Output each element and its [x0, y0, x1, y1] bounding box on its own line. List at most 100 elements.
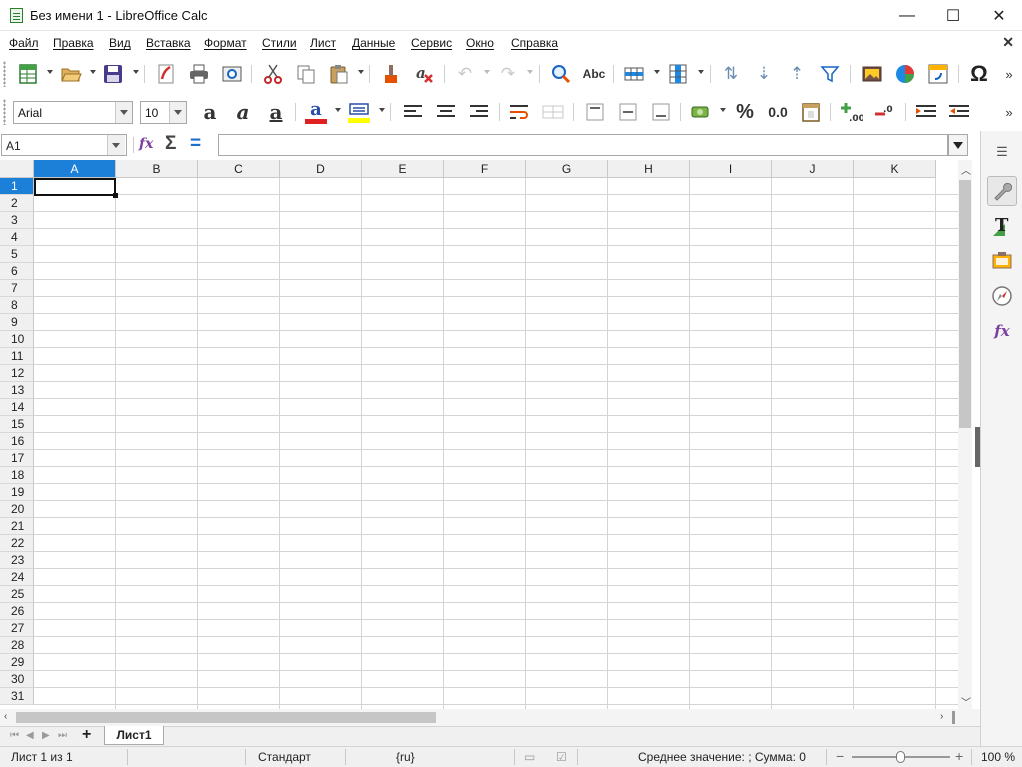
column-header[interactable]: A	[34, 160, 116, 178]
highlight-color-icon[interactable]	[346, 99, 372, 125]
align-bottom-icon[interactable]	[648, 99, 674, 125]
wrap-text-icon[interactable]	[507, 99, 533, 125]
select-all-corner[interactable]	[0, 160, 34, 178]
currency-dropdown-arrow[interactable]	[720, 108, 726, 112]
zoom-slider-thumb[interactable]	[896, 751, 905, 763]
print-preview-icon[interactable]	[219, 61, 245, 87]
row-header[interactable]: 23	[0, 552, 34, 569]
find-replace-icon[interactable]	[548, 61, 574, 87]
font-size-combo[interactable]: 10	[140, 101, 187, 124]
underline-icon[interactable]: a	[263, 99, 289, 125]
row-header[interactable]: 10	[0, 331, 34, 348]
menu-sheet[interactable]: Лист	[310, 36, 336, 50]
copy-icon[interactable]	[293, 61, 319, 87]
percent-icon[interactable]: %	[732, 99, 758, 125]
functions-icon[interactable]: fx	[987, 316, 1017, 346]
row-header[interactable]: 8	[0, 297, 34, 314]
column-header[interactable]: I	[690, 160, 772, 178]
add-decimal-icon[interactable]: .00	[838, 99, 864, 125]
column-header[interactable]: G	[526, 160, 608, 178]
add-sheet-button[interactable]: +	[82, 726, 91, 744]
column-header[interactable]: B	[116, 160, 198, 178]
last-sheet-icon[interactable]: ⏭	[58, 730, 67, 741]
row-icon[interactable]	[621, 61, 647, 87]
autofilter-icon[interactable]	[817, 61, 843, 87]
align-right-icon[interactable]	[466, 99, 492, 125]
menu-tools[interactable]: Сервис	[411, 36, 452, 50]
row-header[interactable]: 26	[0, 603, 34, 620]
row-header[interactable]: 13	[0, 382, 34, 399]
sidebar-collapse-handle[interactable]	[975, 427, 980, 467]
align-middle-icon[interactable]	[615, 99, 641, 125]
redo-icon[interactable]: ↷	[495, 61, 521, 87]
highlight-dropdown-arrow[interactable]	[379, 108, 385, 112]
menu-edit[interactable]: Правка	[53, 36, 94, 50]
save-icon[interactable]	[100, 61, 126, 87]
navigator-icon[interactable]	[987, 281, 1017, 311]
align-left-icon[interactable]	[400, 99, 426, 125]
minimize-button[interactable]: —	[884, 0, 930, 31]
row-header[interactable]: 21	[0, 518, 34, 535]
decrease-indent-icon[interactable]	[946, 99, 972, 125]
zoom-out-icon[interactable]: −	[836, 748, 844, 764]
close-window-button[interactable]: ✕	[976, 0, 1022, 31]
scroll-left-icon[interactable]: ‹	[4, 711, 7, 722]
row-header[interactable]: 27	[0, 620, 34, 637]
row-header[interactable]: 5	[0, 246, 34, 263]
row-header[interactable]: 17	[0, 450, 34, 467]
merge-cells-icon[interactable]	[540, 99, 566, 125]
export-pdf-icon[interactable]	[153, 61, 179, 87]
chevron-down-icon[interactable]	[115, 102, 132, 123]
properties-icon[interactable]	[987, 176, 1017, 206]
menu-window[interactable]: Окно	[466, 36, 494, 50]
column-header[interactable]: E	[362, 160, 444, 178]
font-color-dropdown-arrow[interactable]	[335, 108, 341, 112]
first-sheet-icon[interactable]: ⏮	[10, 730, 19, 741]
scroll-down-icon[interactable]: ﹀	[961, 694, 971, 709]
row-header[interactable]: 25	[0, 586, 34, 603]
clear-formatting-icon[interactable]: a	[411, 61, 437, 87]
zoom-in-icon[interactable]: +	[955, 748, 963, 764]
font-name-combo[interactable]: Arial	[13, 101, 133, 124]
column-header[interactable]: H	[608, 160, 690, 178]
font-color-icon[interactable]: a	[303, 99, 329, 125]
function-wizard-icon[interactable]: fx	[139, 136, 153, 152]
sheet-tab[interactable]: Лист1	[104, 726, 164, 745]
row-header[interactable]: 15	[0, 416, 34, 433]
paste-dropdown-arrow[interactable]	[358, 70, 364, 74]
page-style[interactable]: Стандарт	[258, 750, 311, 764]
row-header[interactable]: 20	[0, 501, 34, 518]
sort-ascending-icon[interactable]: ⇣	[751, 61, 777, 87]
expand-formula-bar-button[interactable]	[948, 134, 968, 156]
close-document-button[interactable]: ✕	[1002, 34, 1014, 51]
split-handle[interactable]	[952, 711, 955, 724]
increase-indent-icon[interactable]	[913, 99, 939, 125]
delete-decimal-icon[interactable]: .0	[872, 99, 898, 125]
scroll-right-icon[interactable]: ›	[940, 711, 943, 722]
menu-format[interactable]: Формат	[204, 36, 247, 50]
row-header[interactable]: 6	[0, 263, 34, 280]
new-spreadsheet-icon[interactable]	[15, 61, 41, 87]
row-header[interactable]: 19	[0, 484, 34, 501]
date-format-icon[interactable]	[798, 99, 824, 125]
vertical-scrollbar[interactable]: ︿ ﹀	[958, 160, 972, 709]
new-dropdown-arrow[interactable]	[47, 70, 53, 74]
column-header[interactable]: J	[772, 160, 854, 178]
bold-icon[interactable]: a	[197, 99, 223, 125]
italic-icon[interactable]: a	[230, 99, 256, 125]
zoom-level[interactable]: 100 %	[981, 750, 1015, 764]
sum-icon[interactable]: Σ	[165, 133, 176, 155]
pivot-table-icon[interactable]	[925, 61, 951, 87]
column-header[interactable]: C	[198, 160, 280, 178]
column-header[interactable]: D	[280, 160, 362, 178]
row-header[interactable]: 18	[0, 467, 34, 484]
menu-help[interactable]: Справка	[511, 36, 558, 50]
row-header[interactable]: 24	[0, 569, 34, 586]
column-header[interactable]: F	[444, 160, 526, 178]
row-header[interactable]: 12	[0, 365, 34, 382]
row-header[interactable]: 16	[0, 433, 34, 450]
row-header[interactable]: 11	[0, 348, 34, 365]
save-dropdown-arrow[interactable]	[133, 70, 139, 74]
row-header[interactable]: 14	[0, 399, 34, 416]
row-header[interactable]: 1	[0, 178, 34, 195]
